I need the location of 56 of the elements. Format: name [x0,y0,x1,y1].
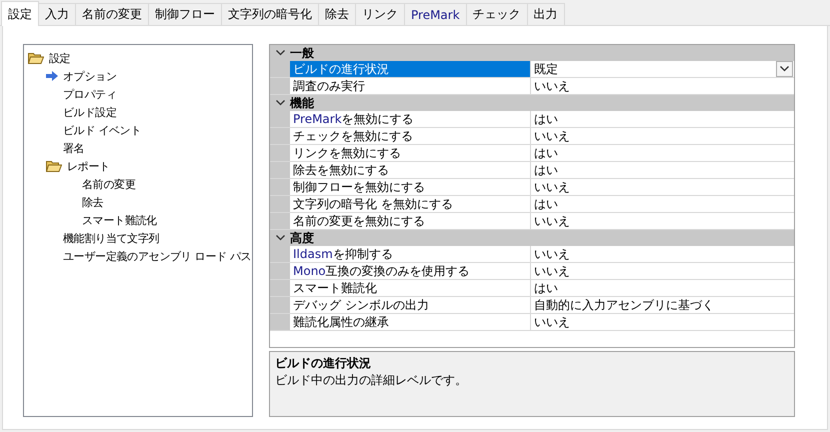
row-gutter [270,280,290,296]
tree-item[interactable]: 署名 [63,140,84,156]
row-gutter [270,145,290,161]
row-gutter [270,297,290,313]
property-value[interactable]: いいえ [534,246,570,262]
chevron-icon[interactable] [276,235,284,241]
property-value[interactable]: はい [534,144,558,162]
property-value[interactable]: はい [534,110,558,128]
property-name[interactable]: 名前の変更を無効にする [290,213,531,229]
property-value[interactable]: はい [534,162,558,178]
row-gutter [270,162,290,178]
tab[interactable]: 設定 [1,1,39,26]
property-value[interactable]: はい [534,196,558,212]
folder-icon [28,52,44,64]
property-value[interactable]: 既定 [534,60,558,78]
tree-item[interactable]: レポート [67,158,110,174]
chevron-icon [780,66,789,72]
arrow-icon [46,71,58,81]
property-value[interactable]: いいえ [534,78,570,94]
property-value[interactable]: いいえ [534,128,570,144]
category-title: 高度 [290,230,314,246]
tree-item[interactable]: オプション [63,68,117,84]
category-title: 機能 [290,94,314,112]
property-name[interactable]: 難読化属性の継承 [290,314,531,330]
property-name[interactable]: 制御フローを無効にする [290,179,531,195]
category-title: 一般 [290,44,314,62]
property-value[interactable]: はい [534,280,558,296]
property-value[interactable]: 自動的に入力アセンブリに基づく [534,296,714,314]
row-gutter [270,314,290,330]
chevron-icon[interactable] [276,100,284,106]
description-text: ビルド中の出力の詳細レベルです。 [275,372,468,389]
row-gutter [270,263,290,279]
description-title: ビルドの進行状況 [275,355,372,372]
tree-item[interactable]: ユーザー定義のアセンブリ ロード パス [63,248,252,264]
tree-item[interactable]: 設定 [49,50,70,66]
tree-item[interactable]: 機能割り当て文字列 [63,230,160,246]
tree-item[interactable]: 除去 [82,194,104,210]
row-gutter [270,196,290,212]
tree-item[interactable]: プロパティ [63,86,117,102]
dropdown-button[interactable] [776,61,793,77]
property-value[interactable]: いいえ [534,314,570,330]
property-value[interactable]: いいえ [534,212,570,230]
row-gutter [270,128,290,144]
property-name[interactable]: 文字列の暗号化 を無効にする [290,196,531,212]
tab[interactable]: 出力 [526,3,565,25]
tree-item[interactable]: ビルド設定 [63,104,117,120]
tree-item[interactable]: スマート難読化 [82,212,157,228]
property-name[interactable]: ビルドの進行状況 [290,61,531,77]
tree-item[interactable]: 名前の変更 [82,176,136,192]
tree-item[interactable]: ビルド イベント [63,122,142,138]
property-value[interactable]: いいえ [534,262,570,280]
chevron-icon[interactable] [276,50,284,56]
folder-icon [46,160,62,172]
row-gutter [270,179,290,195]
property-value[interactable]: いいえ [534,178,570,196]
property-name[interactable]: 調査のみ実行 [290,78,531,94]
